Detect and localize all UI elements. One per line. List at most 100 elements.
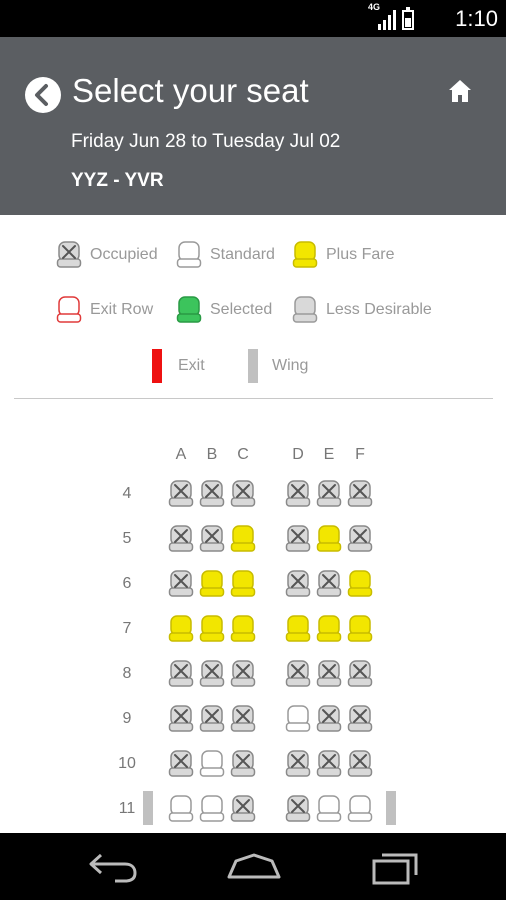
seat-icon bbox=[285, 525, 311, 552]
legend-label: Wing bbox=[272, 357, 309, 374]
navigation-bar bbox=[0, 833, 506, 900]
standard-seat-9D[interactable] bbox=[285, 705, 311, 732]
standard-seat-icon bbox=[176, 241, 202, 268]
legend-standard: Standard bbox=[176, 241, 275, 269]
row-label: 5 bbox=[122, 530, 132, 547]
standard-seat-11E[interactable] bbox=[316, 795, 342, 822]
seat-icon bbox=[168, 570, 194, 597]
legend-label: Plus Fare bbox=[326, 246, 395, 263]
divider bbox=[14, 398, 493, 399]
seat-icon bbox=[285, 615, 311, 642]
row-label: 8 bbox=[122, 665, 132, 682]
seat-icon bbox=[199, 525, 225, 552]
seat-icon bbox=[230, 660, 256, 687]
standard-seat-11F[interactable] bbox=[347, 795, 373, 822]
plus-fare-seat-5C[interactable] bbox=[230, 525, 256, 552]
nav-back-button[interactable] bbox=[83, 843, 143, 889]
occupied-seat-8B bbox=[199, 660, 225, 687]
wing-marker-icon bbox=[248, 349, 258, 383]
column-label-f: F bbox=[355, 446, 365, 463]
plus-fare-seat-7E[interactable] bbox=[316, 615, 342, 642]
back-button[interactable] bbox=[25, 77, 61, 113]
plus-fare-seat-6C[interactable] bbox=[230, 570, 256, 597]
status-bar: 4G 1:10 bbox=[0, 0, 506, 37]
column-label-e: E bbox=[323, 446, 335, 463]
seat-icon bbox=[230, 705, 256, 732]
occupied-seat-9B bbox=[199, 705, 225, 732]
seat-icon bbox=[316, 705, 342, 732]
occupied-seat-8E bbox=[316, 660, 342, 687]
occupied-seat-4D bbox=[285, 480, 311, 507]
legend-label: Exit Row bbox=[90, 301, 154, 318]
chevron-left-icon bbox=[35, 84, 48, 106]
trip-dates: Friday Jun 28 to Tuesday Jul 02 bbox=[71, 131, 341, 152]
plus-fare-seat-5E[interactable] bbox=[316, 525, 342, 552]
back-icon bbox=[89, 853, 137, 883]
seat-legend: Occupied Standard Plus Fare Exit Row Sel… bbox=[0, 215, 506, 400]
occupied-seat-11C bbox=[230, 795, 256, 822]
column-label-a: A bbox=[175, 446, 187, 463]
occupied-seat-8F bbox=[347, 660, 373, 687]
seat-icon bbox=[347, 615, 373, 642]
seat-icon bbox=[199, 750, 225, 777]
home-button[interactable] bbox=[448, 79, 472, 103]
seat-icon bbox=[199, 705, 225, 732]
seat-icon bbox=[316, 750, 342, 777]
occupied-seat-11D bbox=[285, 795, 311, 822]
legend-plus-fare: Plus Fare bbox=[292, 241, 394, 269]
occupied-seat-10E bbox=[316, 750, 342, 777]
seat-icon bbox=[316, 570, 342, 597]
row-label: 7 bbox=[122, 620, 132, 637]
legend-wing: Wing bbox=[248, 349, 308, 383]
seat-icon bbox=[316, 615, 342, 642]
seat-icon bbox=[285, 480, 311, 507]
plus-fare-seat-7A[interactable] bbox=[168, 615, 194, 642]
seat-icon bbox=[168, 705, 194, 732]
legend-exit-row: Exit Row bbox=[56, 296, 153, 324]
standard-seat-10B[interactable] bbox=[199, 750, 225, 777]
seat-icon bbox=[168, 480, 194, 507]
legend-label: Exit bbox=[178, 357, 205, 374]
network-type: 4G bbox=[368, 2, 381, 12]
legend-occupied: Occupied bbox=[56, 241, 158, 269]
exit-marker-icon bbox=[152, 349, 162, 383]
seat-icon bbox=[347, 705, 373, 732]
seat-map: A B C D E F 4 5 6 7 8 9 10 11 bbox=[0, 400, 506, 833]
seat-icon bbox=[230, 750, 256, 777]
seat-icon bbox=[230, 795, 256, 822]
row-label: 6 bbox=[122, 575, 132, 592]
plus-fare-seat-6F[interactable] bbox=[347, 570, 373, 597]
occupied-seat-8D bbox=[285, 660, 311, 687]
legend-exit: Exit bbox=[152, 349, 205, 383]
seat-icon bbox=[285, 705, 311, 732]
occupied-seat-5D bbox=[285, 525, 311, 552]
plus-fare-seat-7F[interactable] bbox=[347, 615, 373, 642]
seat-icon bbox=[285, 750, 311, 777]
occupied-seat-4B bbox=[199, 480, 225, 507]
occupied-seat-6E bbox=[316, 570, 342, 597]
seat-icon bbox=[347, 570, 373, 597]
seat-icon bbox=[316, 660, 342, 687]
standard-seat-11B[interactable] bbox=[199, 795, 225, 822]
plus-fare-seat-7B[interactable] bbox=[199, 615, 225, 642]
standard-seat-11A[interactable] bbox=[168, 795, 194, 822]
occupied-seat-10D bbox=[285, 750, 311, 777]
seat-icon bbox=[347, 480, 373, 507]
nav-recent-apps-button[interactable] bbox=[366, 843, 426, 889]
plus-fare-seat-7C[interactable] bbox=[230, 615, 256, 642]
wing-marker-left bbox=[143, 791, 153, 825]
nav-home-button[interactable] bbox=[224, 843, 284, 889]
occupied-seat-9A bbox=[168, 705, 194, 732]
plus-fare-seat-7D[interactable] bbox=[285, 615, 311, 642]
plus-fare-seat-icon bbox=[292, 241, 318, 268]
seat-icon bbox=[230, 570, 256, 597]
occupied-seat-8C bbox=[230, 660, 256, 687]
seat-icon bbox=[199, 660, 225, 687]
column-label-d: D bbox=[292, 446, 304, 463]
seat-icon bbox=[168, 750, 194, 777]
seat-icon bbox=[347, 525, 373, 552]
row-label: 4 bbox=[122, 485, 132, 502]
occupied-seat-4E bbox=[316, 480, 342, 507]
plus-fare-seat-6B[interactable] bbox=[199, 570, 225, 597]
seat-icon bbox=[199, 570, 225, 597]
